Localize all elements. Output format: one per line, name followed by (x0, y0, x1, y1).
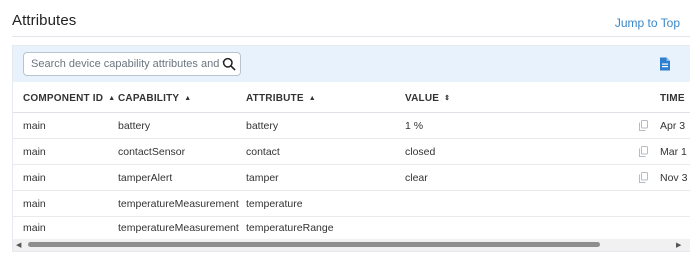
table-header: COMPONENT ID ▲ CAPABILITY ▲ ATTRIBUTE ▲ VAL… (13, 82, 690, 113)
export-file-icon[interactable] (659, 57, 671, 71)
cell-component-id: main (23, 120, 46, 132)
cell-capability: temperatureMeasurement (118, 198, 239, 210)
cell-capability: temperatureMeasurement (118, 222, 239, 234)
table-row: main temperatureMeasurement temperatureR… (13, 215, 690, 240)
table-row: main battery battery 1 % Apr 3 (13, 113, 690, 139)
cell-component-id: main (23, 146, 46, 158)
cell-value: clear (405, 172, 428, 184)
cell-attribute: tamper (246, 172, 279, 184)
scroll-left-arrow-icon[interactable]: ◀ (16, 241, 21, 249)
scroll-right-arrow-icon[interactable]: ▶ (676, 241, 681, 249)
jump-to-top-link[interactable]: Jump to Top (615, 16, 680, 30)
search-box[interactable] (23, 52, 241, 76)
cell-capability: tamperAlert (118, 172, 173, 184)
title-divider (12, 36, 690, 37)
cell-component-id: main (23, 172, 46, 184)
cell-attribute: battery (246, 120, 279, 132)
copy-icon[interactable] (639, 172, 648, 183)
cell-capability: contactSensor (118, 146, 186, 158)
copy-icon[interactable] (639, 120, 648, 131)
column-label: COMPONENT ID (23, 93, 104, 104)
column-header-value[interactable]: VALUE ⇕ (405, 93, 450, 104)
scrollbar-thumb[interactable] (28, 242, 600, 247)
cell-value: closed (405, 146, 436, 158)
column-label: ATTRIBUTE (246, 93, 304, 104)
cell-capability: battery (118, 120, 151, 132)
cell-attribute: temperatureRange (246, 222, 334, 234)
column-label: TIME (660, 93, 685, 104)
table-row: main temperatureMeasurement temperature (13, 191, 690, 217)
column-header-attribute[interactable]: ATTRIBUTE ▲ (246, 93, 316, 104)
cell-value: 1 % (405, 120, 424, 132)
column-label: VALUE (405, 93, 440, 104)
column-header-component-id[interactable]: COMPONENT ID ▲ (23, 93, 115, 104)
column-label: CAPABILITY (118, 93, 180, 104)
table-row: main tamperAlert tamper clear Nov 3 (13, 165, 690, 191)
search-input[interactable] (31, 56, 223, 72)
cell-component-id: main (23, 222, 46, 234)
cell-time: Apr 3 (660, 120, 686, 132)
cell-time: Nov 3 (660, 172, 688, 184)
cell-attribute: contact (246, 146, 280, 158)
cell-component-id: main (23, 198, 46, 210)
sort-both-icon[interactable]: ⇕ (444, 95, 450, 102)
cell-attribute: temperature (246, 198, 303, 210)
sort-asc-icon[interactable]: ▲ (184, 95, 191, 102)
cell-time: Mar 1 (660, 146, 687, 158)
table-row: main contactSensor contact closed Mar 1 (13, 139, 690, 165)
table-toolbar (13, 46, 690, 82)
section-title: Attributes (12, 12, 77, 29)
column-header-time[interactable]: TIME (660, 93, 685, 104)
attributes-panel: COMPONENT ID▲ CAPABILITY▲ ATTRIBUTE▲ VAL… (12, 45, 690, 252)
search-icon[interactable] (222, 57, 236, 71)
column-header-capability[interactable]: CAPABILITY ▲ (118, 93, 191, 104)
horizontal-scrollbar[interactable]: ◀ ▶ (13, 239, 690, 251)
sort-asc-icon[interactable]: ▲ (108, 95, 115, 102)
copy-icon[interactable] (639, 146, 648, 157)
sort-asc-icon[interactable]: ▲ (309, 95, 316, 102)
